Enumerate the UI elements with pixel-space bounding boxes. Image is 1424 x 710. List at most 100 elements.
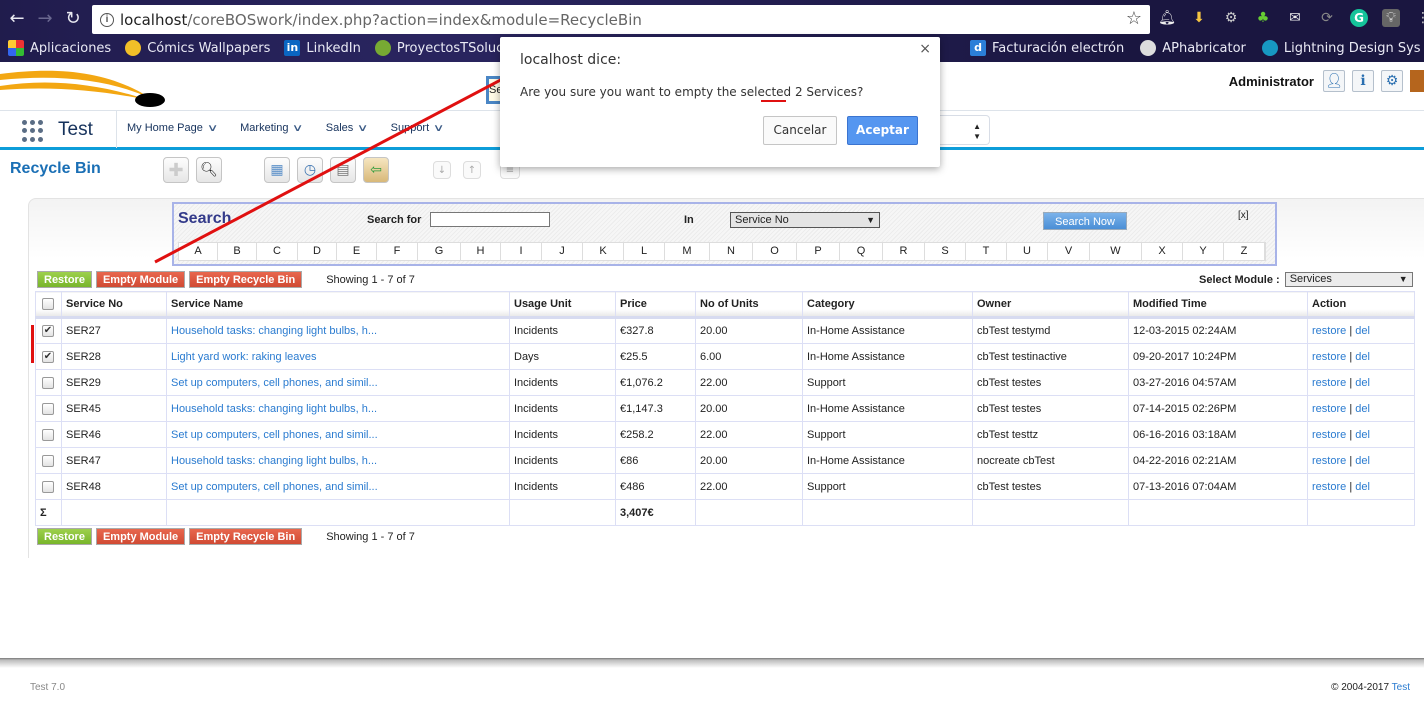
alpha-filter-s[interactable]: S <box>925 243 966 260</box>
search-close-button[interactable]: [x] <box>1238 210 1249 221</box>
service-name-link[interactable]: Household tasks: changing light bulbs, h… <box>171 455 377 467</box>
nav-item-my-home-page[interactable]: My Home Page ∨ <box>127 122 218 134</box>
restore-button[interactable]: Restore <box>37 271 92 288</box>
alpha-filter-u[interactable]: U <box>1007 243 1048 260</box>
alpha-filter-q[interactable]: Q <box>840 243 883 260</box>
restore-link[interactable]: restore <box>1312 351 1346 363</box>
column-header[interactable]: Usage Unit <box>509 291 616 319</box>
select-all-checkbox[interactable] <box>42 298 54 311</box>
column-header[interactable]: Service Name <box>166 291 510 319</box>
alpha-filter-l[interactable]: L <box>624 243 665 260</box>
settings-gear-icon[interactable]: ⚙ <box>1381 70 1403 92</box>
row-checkbox[interactable]: ✔ <box>42 325 54 338</box>
alpha-filter-o[interactable]: O <box>753 243 797 260</box>
alpha-filter-y[interactable]: Y <box>1183 243 1224 260</box>
bookmark-linkedin[interactable]: in LinkedIn <box>284 40 361 56</box>
service-name-link[interactable]: Household tasks: changing light bulbs, h… <box>171 325 377 337</box>
service-name-link[interactable]: Set up computers, cell phones, and simil… <box>171 377 378 389</box>
restore-link[interactable]: restore <box>1312 429 1346 441</box>
bookmark-comics[interactable]: Cómics Wallpapers <box>125 40 270 56</box>
bookmark-apps[interactable]: Aplicaciones <box>8 40 111 56</box>
search-field-select[interactable]: Service No ▼ <box>730 212 880 228</box>
nav-item-sales[interactable]: Sales ∨ <box>326 122 369 134</box>
address-bar[interactable]: i localhost/coreBOSwork/index.php?action… <box>92 5 1150 34</box>
site-info-icon[interactable]: i <box>100 12 114 27</box>
sync-extension-icon[interactable]: ⟳ <box>1318 9 1336 27</box>
alpha-filter-j[interactable]: J <box>542 243 583 260</box>
delete-link[interactable]: del <box>1355 455 1370 467</box>
alpha-filter-t[interactable]: T <box>966 243 1007 260</box>
nav-more-select[interactable]: ▲ ▼ <box>938 115 990 145</box>
gear-extension-icon[interactable]: ⚙ <box>1222 9 1240 27</box>
column-header[interactable]: Service No <box>61 291 167 319</box>
row-checkbox[interactable] <box>42 376 54 389</box>
dialog-close-icon[interactable]: × <box>919 41 931 57</box>
alpha-filter-r[interactable]: R <box>883 243 925 260</box>
delete-link[interactable]: del <box>1355 481 1370 493</box>
column-header[interactable]: Modified Time <box>1128 291 1308 319</box>
delete-link[interactable]: del <box>1355 351 1370 363</box>
menu-dots-icon[interactable]: ⋮ <box>1414 9 1424 27</box>
calculator-icon[interactable]: ▤ <box>330 157 356 183</box>
search-for-input[interactable] <box>430 212 550 227</box>
bookmark-facturacion[interactable]: d Facturación electrón <box>970 40 1124 56</box>
row-checkbox[interactable]: ✔ <box>42 350 54 363</box>
logout-door-icon[interactable] <box>1410 70 1424 92</box>
company-logo[interactable] <box>0 62 170 112</box>
column-header[interactable]: Price <box>615 291 696 319</box>
row-checkbox[interactable] <box>42 480 54 493</box>
delete-link[interactable]: del <box>1355 403 1370 415</box>
bonsai-extension-icon[interactable]: ♣ <box>1254 9 1272 27</box>
empty-module-button[interactable]: Empty Module <box>95 528 186 545</box>
calendar-icon[interactable]: ▦ <box>264 157 290 183</box>
search-magnifier-icon[interactable]: 🔍︎ <box>196 157 222 183</box>
restore-link[interactable]: restore <box>1312 403 1346 415</box>
user-profile-icon[interactable]: 👤︎ <box>1323 70 1345 92</box>
delete-link[interactable]: del <box>1355 325 1370 337</box>
info-icon[interactable]: ℹ <box>1352 70 1374 92</box>
bookmark-aphabricator[interactable]: APhabricator <box>1140 40 1246 56</box>
alpha-filter-v[interactable]: V <box>1048 243 1090 260</box>
alpha-filter-m[interactable]: M <box>665 243 710 260</box>
row-checkbox[interactable] <box>42 428 54 441</box>
restore-link[interactable]: restore <box>1312 377 1346 389</box>
bookmark-proyectos[interactable]: ProyectosTSolucio <box>374 40 515 56</box>
restore-link[interactable]: restore <box>1312 481 1346 493</box>
app-launcher-icon[interactable] <box>22 120 44 142</box>
back-icon[interactable]: ← <box>6 8 28 30</box>
alpha-filter-w[interactable]: W <box>1090 243 1142 260</box>
dialog-ok-button[interactable]: Aceptar <box>847 116 918 145</box>
row-checkbox[interactable] <box>42 402 54 415</box>
alpha-filter-e[interactable]: E <box>337 243 377 260</box>
restore-button[interactable]: Restore <box>37 528 92 545</box>
alpha-filter-n[interactable]: N <box>710 243 753 260</box>
restore-link[interactable]: restore <box>1312 325 1346 337</box>
service-name-link[interactable]: Light yard work: raking leaves <box>171 351 317 363</box>
alpha-filter-c[interactable]: C <box>257 243 298 260</box>
empty-module-button[interactable]: Empty Module <box>95 271 186 288</box>
search-now-button[interactable]: Search Now <box>1043 212 1127 230</box>
download-extension-icon[interactable]: ⬇ <box>1190 9 1208 27</box>
alpha-filter-d[interactable]: D <box>298 243 337 260</box>
module-select[interactable]: Services ▼ <box>1284 272 1413 287</box>
lightbulb-extension-icon[interactable]: 💡︎ <box>1382 9 1400 27</box>
forward-icon[interactable]: → <box>34 8 56 30</box>
bookmark-lightning[interactable]: Lightning Design Sys <box>1261 40 1421 56</box>
alpha-filter-x[interactable]: X <box>1142 243 1183 260</box>
clock-icon[interactable]: ◷ <box>297 157 323 183</box>
service-name-link[interactable]: Household tasks: changing light bulbs, h… <box>171 403 377 415</box>
column-header[interactable]: Owner <box>972 291 1129 319</box>
nav-item-marketing[interactable]: Marketing ∨ <box>240 122 304 134</box>
row-checkbox[interactable] <box>42 454 54 467</box>
mail-extension-icon[interactable]: ✉ <box>1286 9 1304 27</box>
clipboard-icon[interactable]: ⇦ <box>363 157 389 183</box>
alpha-filter-g[interactable]: G <box>418 243 461 260</box>
reload-icon[interactable]: ↻ <box>62 8 84 30</box>
column-header[interactable]: Category <box>802 291 973 319</box>
delete-link[interactable]: del <box>1355 429 1370 441</box>
alpha-filter-k[interactable]: K <box>583 243 624 260</box>
bell-extension-icon[interactable]: 🔔︎ <box>1158 9 1176 27</box>
alpha-filter-b[interactable]: B <box>218 243 257 260</box>
column-header[interactable]: No of Units <box>695 291 803 319</box>
restore-link[interactable]: restore <box>1312 455 1346 467</box>
